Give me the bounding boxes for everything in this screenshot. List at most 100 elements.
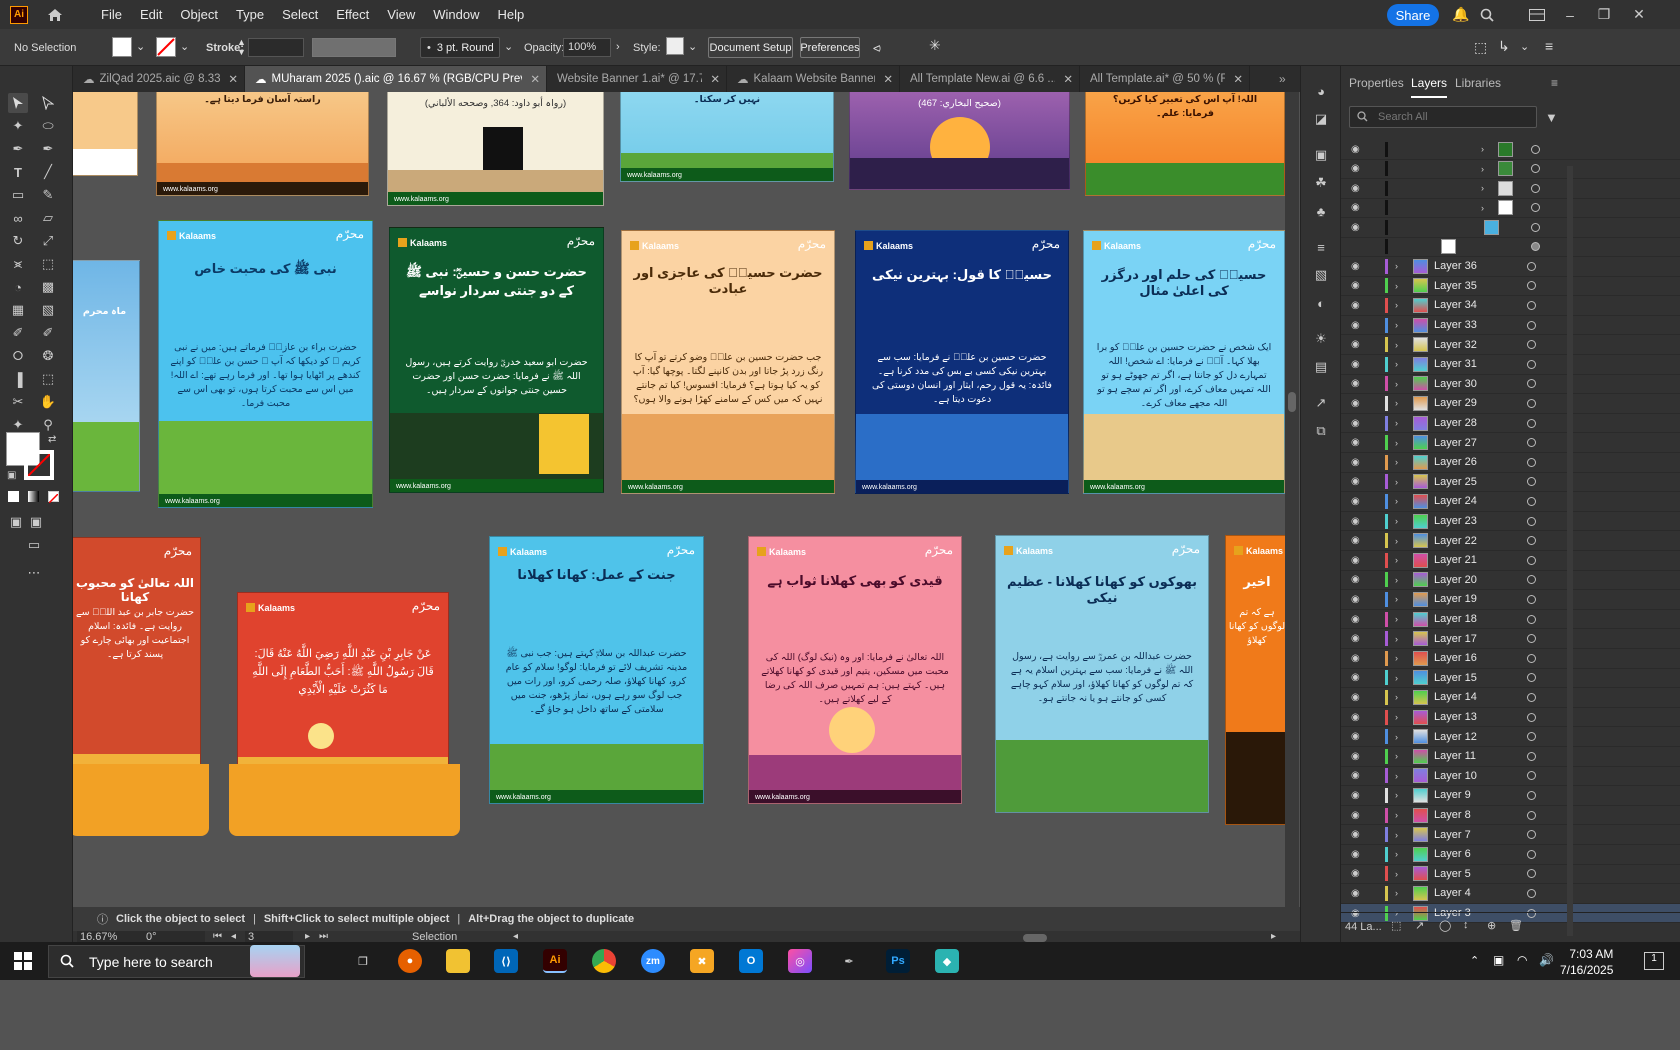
target-icon[interactable]	[1531, 203, 1540, 213]
target-icon[interactable]	[1531, 222, 1540, 232]
xampp-icon[interactable]: ✖	[690, 949, 714, 973]
symbols-icon[interactable]: ☘	[1312, 174, 1330, 192]
layer-row[interactable]: ◉ › Layer 28	[1341, 414, 1680, 434]
eye-icon[interactable]: ◉	[1351, 614, 1360, 625]
locate-object-icon[interactable]: ↗	[1415, 919, 1424, 932]
target-icon[interactable]	[1527, 732, 1536, 742]
blend-tool-icon[interactable]: ⭘	[8, 346, 28, 366]
layer-row[interactable]: ◉ › Layer 6	[1341, 845, 1680, 865]
chevron-right-icon[interactable]: ›	[1395, 575, 1398, 585]
layer-row[interactable]: ◉ › Layer 30	[1341, 375, 1680, 395]
line-tool-icon[interactable]: ╱	[38, 162, 58, 182]
chevron-right-icon[interactable]: ›	[1395, 438, 1398, 448]
scroll-right-icon[interactable]: ▸	[1271, 931, 1276, 942]
target-icon[interactable]	[1527, 673, 1536, 683]
target-icon[interactable]	[1527, 536, 1536, 546]
target-icon[interactable]	[1527, 888, 1536, 898]
document-tab[interactable]: ☁ Kalaam Website Banner.aic ✕	[727, 66, 900, 92]
search-icon[interactable]	[1478, 6, 1496, 23]
chevron-right-icon[interactable]: ›	[1395, 830, 1398, 840]
target-icon[interactable]	[1527, 340, 1536, 350]
close-tab-icon[interactable]: ✕	[530, 72, 540, 86]
delete-layer-icon[interactable]: 🗑	[1509, 919, 1523, 932]
artboard[interactable]: راستہ آسان فرما دیتا ہے۔ www.kalaams.org	[156, 92, 369, 196]
banner-ribbon-shape[interactable]	[73, 764, 209, 836]
target-icon[interactable]	[1527, 418, 1536, 428]
wifi-icon[interactable]: ◠	[1517, 953, 1527, 967]
target-icon[interactable]	[1527, 712, 1536, 722]
export-icon[interactable]: ↗	[1312, 394, 1330, 412]
target-icon[interactable]	[1527, 594, 1536, 604]
document-tab[interactable]: All Template New.ai @ 6.6 ... ✕	[900, 66, 1080, 92]
artboard-tool-icon[interactable]: ⬚	[38, 369, 58, 389]
color-panel-icon[interactable]: ◕	[1312, 82, 1330, 100]
stroke-swatch[interactable]	[156, 37, 176, 57]
chrome-icon[interactable]	[592, 949, 616, 973]
chevron-right-icon[interactable]: ›	[1395, 536, 1398, 546]
layer-row[interactable]: ◉ › Layer 8	[1341, 806, 1680, 826]
network-icon[interactable]: ▣	[1493, 953, 1504, 967]
draw-normal-icon[interactable]: ▣	[6, 512, 26, 532]
layer-row[interactable]: ◉ › Layer 7	[1341, 825, 1680, 845]
hand-tool-icon[interactable]: ✋	[38, 392, 58, 412]
none-mode-icon[interactable]	[48, 491, 59, 504]
target-icon[interactable]	[1527, 849, 1536, 859]
stroke-color-box[interactable]	[24, 450, 54, 480]
sublayer-row[interactable]: ◉ ›	[1341, 199, 1680, 218]
artboard[interactable]: (رواہ أبو داود: 364, وصححه الألباني) www…	[387, 92, 604, 206]
eye-icon[interactable]: ◉	[1351, 574, 1360, 585]
chevron-right-icon[interactable]: ›	[1395, 888, 1398, 898]
color-mode-icon[interactable]	[8, 491, 19, 502]
target-icon[interactable]	[1527, 477, 1536, 487]
target-icon[interactable]	[1527, 516, 1536, 526]
eye-icon[interactable]: ◉	[1351, 672, 1360, 683]
target-icon[interactable]	[1531, 183, 1540, 193]
layer-row[interactable]: ◉ › Layer 14	[1341, 688, 1680, 708]
eye-icon[interactable]: ◉	[1351, 868, 1360, 879]
artboards-panel-icon[interactable]: ⧉	[1312, 422, 1330, 440]
eye-icon[interactable]: ◉	[1351, 359, 1360, 370]
layer-row[interactable]: ◉ › Layer 20	[1341, 571, 1680, 591]
target-icon[interactable]	[1527, 379, 1536, 389]
chevron-right-icon[interactable]: ›	[1395, 281, 1398, 291]
document-setup-button[interactable]: Document Setup	[708, 37, 793, 58]
opacity-input[interactable]: 100%	[563, 38, 611, 57]
chevron-right-icon[interactable]: ›	[1395, 692, 1398, 702]
new-layer-icon[interactable]: ⊕	[1487, 919, 1496, 932]
sublayer-row[interactable]	[1341, 238, 1680, 257]
chevron-down-icon[interactable]: ⌄	[136, 40, 145, 53]
vertical-scrollbar[interactable]	[1285, 92, 1299, 907]
artboard[interactable]: Kalaams اخیر ہے کہ تم لوگوں کو کھانا کھل…	[1225, 535, 1289, 825]
clipping-mask-icon[interactable]: ◯	[1439, 919, 1451, 932]
panel-options-icon[interactable]: ↳	[1498, 38, 1510, 55]
eye-icon[interactable]: ◉	[1351, 202, 1360, 213]
target-icon[interactable]	[1531, 242, 1540, 252]
chevron-right-icon[interactable]: ›	[1395, 869, 1398, 879]
target-icon[interactable]	[1531, 144, 1540, 154]
rotate-tool-icon[interactable]: ↻	[8, 231, 28, 251]
chevron-right-icon[interactable]: ›	[1395, 261, 1398, 271]
chevron-right-icon[interactable]: ›	[1395, 477, 1398, 487]
target-icon[interactable]	[1527, 771, 1536, 781]
variable-width-profile[interactable]	[312, 38, 396, 57]
artboard[interactable]: Kalaams محرّم حسینؓ کا قول: بہترین نیکی …	[855, 230, 1069, 494]
mesh-tool-icon[interactable]: ▦	[8, 300, 28, 320]
chevron-right-icon[interactable]: ›	[1481, 164, 1484, 174]
eye-icon[interactable]: ◉	[1351, 516, 1360, 527]
chevron-right-icon[interactable]: ›	[1395, 673, 1398, 683]
transparency-icon[interactable]: ◐	[1312, 294, 1330, 312]
width-tool-icon[interactable]: ⪤	[8, 254, 28, 274]
target-icon[interactable]	[1527, 555, 1536, 565]
scroll-left-icon[interactable]: ◂	[513, 931, 518, 942]
chevron-right-icon[interactable]: ›	[1395, 340, 1398, 350]
close-tab-icon[interactable]: ✕	[710, 72, 720, 86]
layer-row[interactable]: ◉ › Layer 13	[1341, 708, 1680, 728]
share-button[interactable]: Share	[1387, 4, 1439, 26]
eye-icon[interactable]: ◉	[1351, 888, 1360, 899]
target-icon[interactable]	[1527, 359, 1536, 369]
brush-definition[interactable]: • 3 pt. Round	[420, 37, 500, 58]
target-icon[interactable]	[1527, 869, 1536, 879]
chevron-up-icon[interactable]: ⌃	[1470, 954, 1479, 967]
volume-icon[interactable]: 🔊	[1539, 953, 1554, 967]
eye-icon[interactable]: ◉	[1351, 535, 1360, 546]
